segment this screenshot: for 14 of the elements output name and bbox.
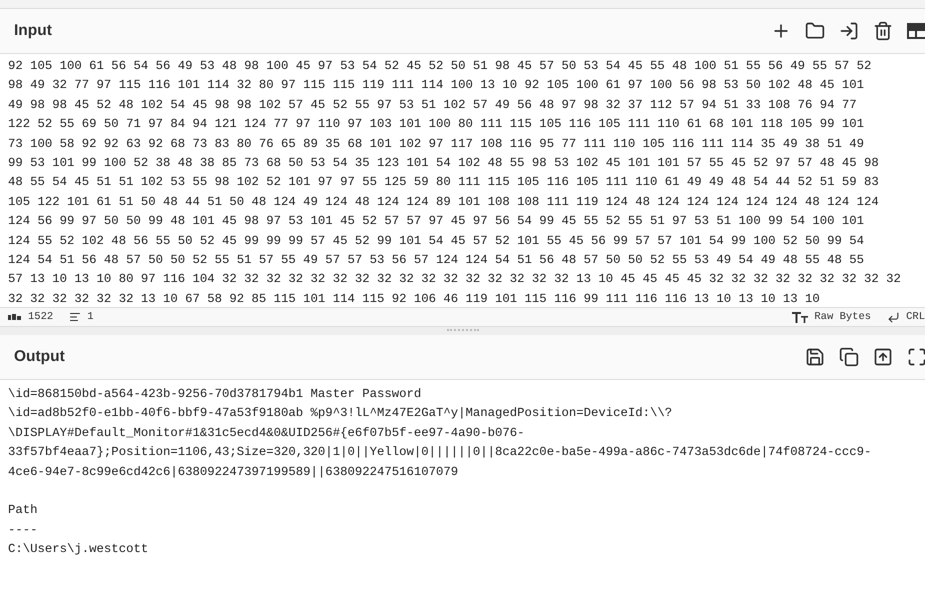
output-text: Path ---- C:\Users\j.westcott [8,502,150,558]
output-text: \id=868150bd-a564-423b-9256-70d3781794b1 Master Password \id=ad8b52f0-e1bb-40f6-bbf9-47a53f9180ab %p9^3!lL^Mz47E2GaT^y|ManagedPosition=DeviceId:\\? \DISPLAY#Default_Monitor#1&31c5ecd4&0&UID256#{e6f07b5f-ee97-4a90-b076- 33f57bf4eaa7};Position=1106,43;Size=320,320|1|0||Yellow|0||||||0||8ca22c0e-ba5e-499a-a86c-7473a53dc6de|74f08724-ccc9- 4ce6-94e7-8c99e6cd42c6|638092247397199589||638092247516107079 [8,386,872,481]
encoding-button[interactable]: Raw Bytes [792,311,872,323]
output-title: Output [14,348,65,366]
line-count: 1 [87,311,94,323]
text-size-icon [792,311,808,323]
text-length-icon [8,313,22,321]
input-title: Input [14,22,52,40]
return-arrow-icon [887,310,900,324]
lines-icon [69,311,82,323]
character-count: 1522 [28,311,54,323]
line-ending-button[interactable]: CRL [887,310,925,324]
input-text[interactable]: 92 105 100 61 56 54 56 49 53 48 98 100 45 97 53 54 52 45 52 50 51 98 45 57 50 53 54 45 55 48 100 51 55 56 49 55 57 52 98 49 32 77 97 115 116 101 114 32 80 97 115 115 119 111 114 100 13 10 92 105 100 61 97 100 56 98 53 50 102 48 45 101 49 98 98 45 52 48 102 54 45 98 98 102 57 45 52 55 97 53 51 102 57 49 56 48 97 98 32 37 112 57 94 51 33 108 76 94 77 122 52 55 69 50 71 97 84 94 121 124 77 97 110 97 103 101 100 80 111 115 105 116 105 111 110 61 68 101 118 105 99 101 73 100 58 92 92 63 92 68 73 83 80 76 65 89 35 68 101 102 97 117 108 116 95 77 111 110 105 116 111 114 35 49 38 51 49 99 53 101 99 100 52 38 48 38 85 73 68 50 53 54 35 123 101 54 102 48 55 98 53 102 45 101 101 57 55 45 52 97 57 48 45 98 48 55 54 45 51 51 102 53 55 98 102 52 101 97 97 55 125 59 80 111 115 105 116 105 111 110 61 49 49 48 54 44 52 51 59 83 105 122 101 61 51 50 48 44 51 50 48 124 49 124 48 124 124 89 101 108 108 111 119 124 48 124 124 124 124 124 48 124 124 124 56 99 97 50 50 99 48 101 45 98 97 53 101 45 52 57 57 97 45 97 56 54 99 45 55 52 55 51 97 53 51 100 99 54 100 101 124 55 52 102 48 56 55 50 52 45 99 99 99 57 45 52 99 101 54 45 57 52 101 55 45 56 99 57 57 101 54 99 100 52 50 99 54 124 54 51 56 48 57 50 50 52 55 51 57 55 49 57 57 53 56 57 124 124 54 51 56 48 57 50 50 52 55 53 49 54 49 48 55 48 55 57 13 10 13 10 80 97 116 104 32 32 32 32 32 32 32 32 32 32 32 32 32 32 32 32 13 10 45 45 45 45 32 32 32 32 32 32 32 32 32 32 32 32 32 32 32 13 10 67 58 92 85 115 101 114 115 92 106 46 119 101 115 116 99 111 116 116 13 10 13 10 13 10 [8,57,925,307]
copy-icon[interactable] [837,345,861,369]
